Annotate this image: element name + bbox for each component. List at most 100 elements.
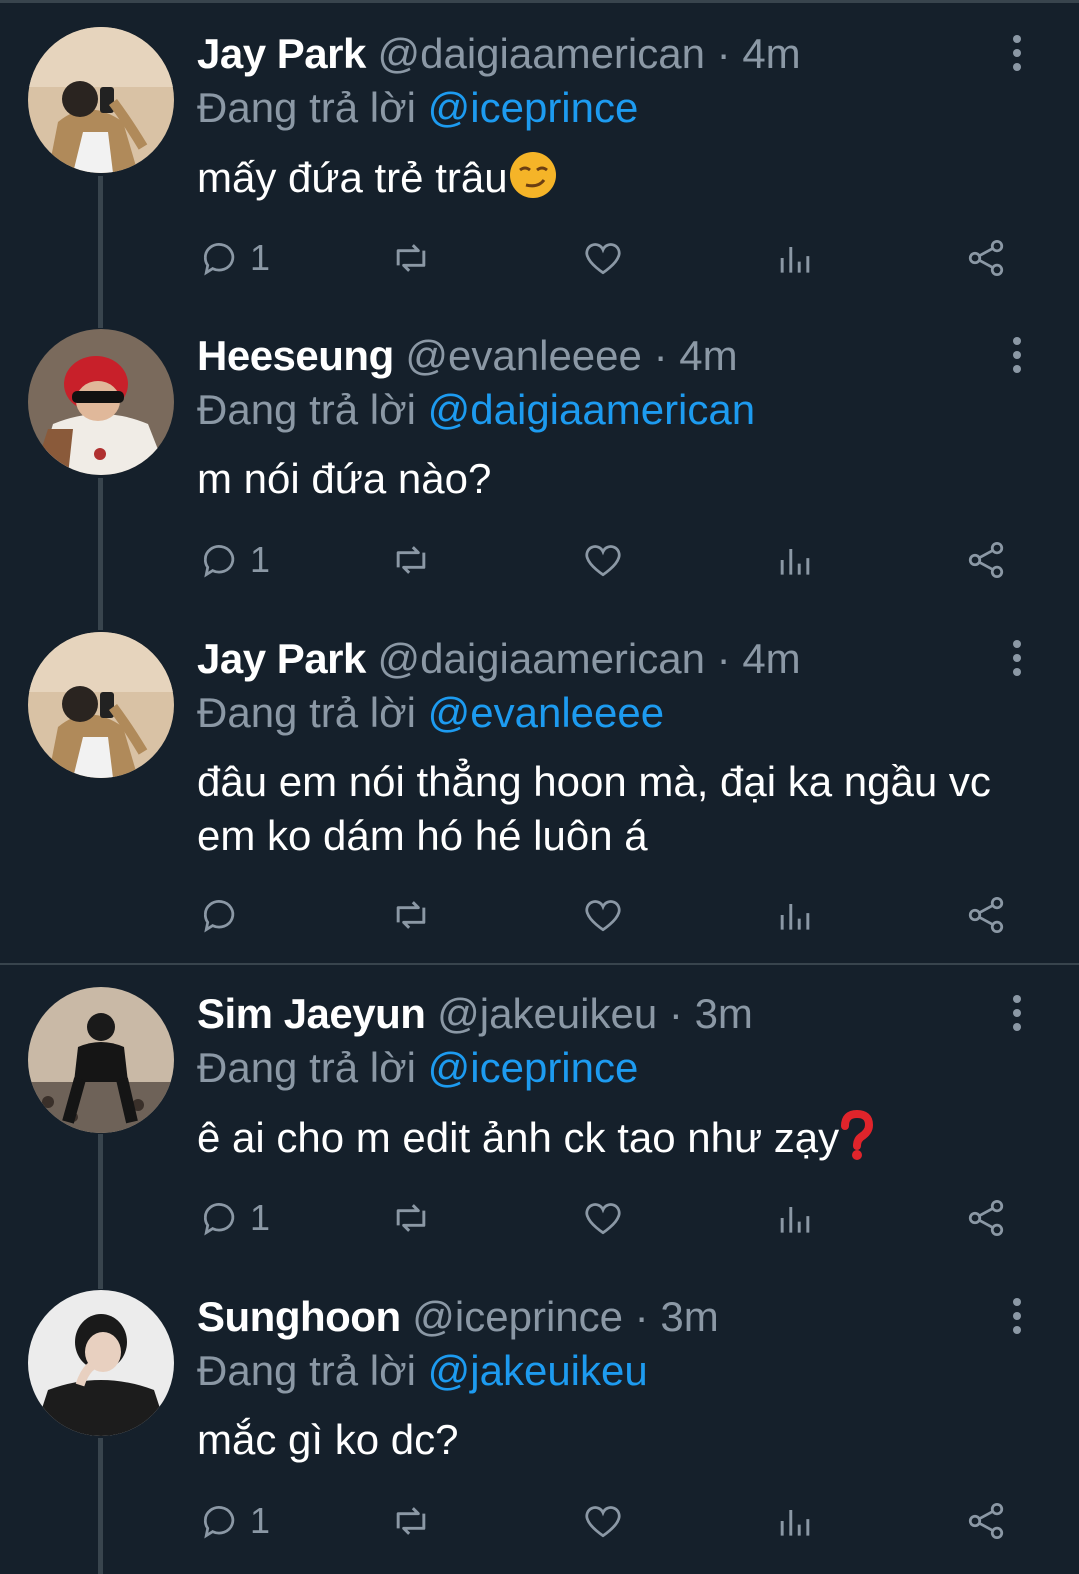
tweet-header: Jay Park @daigiaamerican · 4m (197, 29, 801, 79)
more-options-icon[interactable] (1004, 1296, 1030, 1336)
reply-button[interactable]: 1 (198, 1499, 270, 1543)
display-name[interactable]: Heeseung (197, 332, 394, 379)
reply-count: 1 (250, 1197, 271, 1238)
replying-to-label: Đang trả lời (197, 1044, 416, 1091)
views-button[interactable] (773, 1196, 817, 1240)
share-button[interactable] (964, 1499, 1008, 1543)
reply-mention-link[interactable]: @evanleeee (428, 689, 664, 736)
more-options-icon[interactable] (1004, 638, 1030, 678)
replying-to: Đang trả lời @iceprince (197, 83, 638, 133)
replying-to-label: Đang trả lời (197, 689, 416, 736)
tweet-text: mấy đứa trẻ trâu (197, 150, 1017, 213)
tweet-text: đâu em nói thẳng hoon mà, đại ka ngầu vc… (197, 758, 991, 859)
display-name[interactable]: Jay Park (197, 30, 366, 77)
timestamp[interactable]: 4m (679, 332, 737, 379)
share-button[interactable] (964, 236, 1008, 280)
tweet-header: Sunghoon @iceprince · 3m (197, 1292, 719, 1342)
avatar[interactable] (28, 987, 174, 1133)
timestamp[interactable]: 3m (695, 990, 753, 1037)
reply-count: 1 (250, 1500, 271, 1541)
share-icon (968, 239, 1004, 277)
user-handle[interactable]: @daigiaamerican (378, 30, 705, 77)
retweet-button[interactable] (389, 538, 433, 582)
reply-button[interactable]: 1 (198, 538, 270, 582)
reply-button[interactable]: 1 (198, 1196, 270, 1240)
tweet-text-content: ê ai cho m edit ảnh ck tao như zạy (197, 1114, 840, 1161)
reply-mention-link[interactable]: @jakeuikeu (428, 1347, 648, 1394)
replying-to-label: Đang trả lời (197, 386, 416, 433)
like-button[interactable] (581, 538, 625, 582)
like-button[interactable] (581, 893, 625, 937)
avatar[interactable] (28, 1290, 174, 1436)
tweet[interactable]: Sunghoon @iceprince · 3m Đang trả lời @j… (0, 1263, 1079, 1574)
reply-icon (203, 243, 235, 276)
views-button[interactable] (773, 236, 817, 280)
replying-to-label: Đang trả lời (197, 84, 416, 131)
timestamp[interactable]: 4m (742, 635, 800, 682)
reply-button[interactable] (198, 893, 242, 937)
reply-icon (203, 1203, 235, 1236)
retweet-icon (396, 546, 426, 574)
retweet-button[interactable] (389, 1196, 433, 1240)
avatar[interactable] (28, 632, 174, 778)
retweet-button[interactable] (389, 236, 433, 280)
share-button[interactable] (964, 893, 1008, 937)
replying-to: Đang trả lời @iceprince (197, 1043, 638, 1093)
user-handle[interactable]: @iceprince (412, 1293, 623, 1340)
reply-button[interactable]: 1 (198, 236, 270, 280)
heart-icon (585, 545, 621, 577)
display-name[interactable]: Sim Jaeyun (197, 990, 426, 1037)
replying-to: Đang trả lời @jakeuikeu (197, 1346, 648, 1396)
display-name[interactable]: Sunghoon (197, 1293, 401, 1340)
retweet-button[interactable] (389, 1499, 433, 1543)
share-button[interactable] (964, 1196, 1008, 1240)
avatar[interactable] (28, 27, 174, 173)
tweet[interactable]: Sim Jaeyun @jakeuikeu · 3m Đang trả lời … (0, 960, 1079, 1260)
share-button[interactable] (964, 538, 1008, 582)
heart-icon (585, 900, 621, 932)
display-name[interactable]: Jay Park (197, 635, 366, 682)
analytics-icon (780, 247, 810, 273)
tweet[interactable]: Heeseung @evanleeee · 4m Đang trả lời @d… (0, 302, 1079, 602)
user-handle[interactable]: @daigiaamerican (378, 635, 705, 682)
replying-to-label: Đang trả lời (197, 1347, 416, 1394)
like-button[interactable] (581, 1196, 625, 1240)
tweet[interactable]: Jay Park @daigiaamerican · 4m Đang trả l… (0, 0, 1079, 300)
retweet-icon (396, 244, 426, 272)
user-handle[interactable]: @evanleeee (405, 332, 641, 379)
user-handle[interactable]: @jakeuikeu (437, 990, 657, 1037)
tweet-actions: 1 (0, 236, 1079, 286)
views-button[interactable] (773, 538, 817, 582)
timestamp[interactable]: 3m (660, 1293, 718, 1340)
share-icon (968, 896, 1004, 934)
reply-mention-link[interactable]: @iceprince (428, 84, 639, 131)
replying-to: Đang trả lời @evanleeee (197, 688, 664, 738)
views-button[interactable] (773, 1499, 817, 1543)
tweet-actions: 1 (0, 538, 1079, 588)
avatar[interactable] (28, 329, 174, 475)
retweet-button[interactable] (389, 893, 433, 937)
tweet-text-content: mấy đứa trẻ trâu (197, 154, 508, 201)
reply-mention-link[interactable]: @daigiaamerican (428, 386, 755, 433)
like-button[interactable] (581, 236, 625, 280)
replying-to: Đang trả lời @daigiaamerican (197, 385, 755, 435)
analytics-icon (780, 1207, 810, 1233)
heart-icon (585, 1506, 621, 1538)
tweet-actions: 1 (0, 1499, 1079, 1549)
separator-dot: · (716, 635, 731, 682)
tweet-actions: 1 (0, 1196, 1079, 1246)
reply-mention-link[interactable]: @iceprince (428, 1044, 639, 1091)
views-button[interactable] (773, 893, 817, 937)
tweet[interactable]: Jay Park @daigiaamerican · 4m Đang trả l… (0, 605, 1079, 961)
reply-count: 1 (250, 539, 271, 580)
more-options-icon[interactable] (1004, 335, 1030, 375)
retweet-icon (396, 901, 426, 929)
like-button[interactable] (581, 1499, 625, 1543)
reply-icon (203, 545, 235, 578)
analytics-icon (780, 549, 810, 575)
timestamp[interactable]: 4m (742, 30, 800, 77)
more-options-icon[interactable] (1004, 33, 1030, 73)
analytics-icon (780, 1510, 810, 1536)
more-options-icon[interactable] (1004, 993, 1030, 1033)
tweet-header: Heeseung @evanleeee · 4m (197, 331, 738, 381)
